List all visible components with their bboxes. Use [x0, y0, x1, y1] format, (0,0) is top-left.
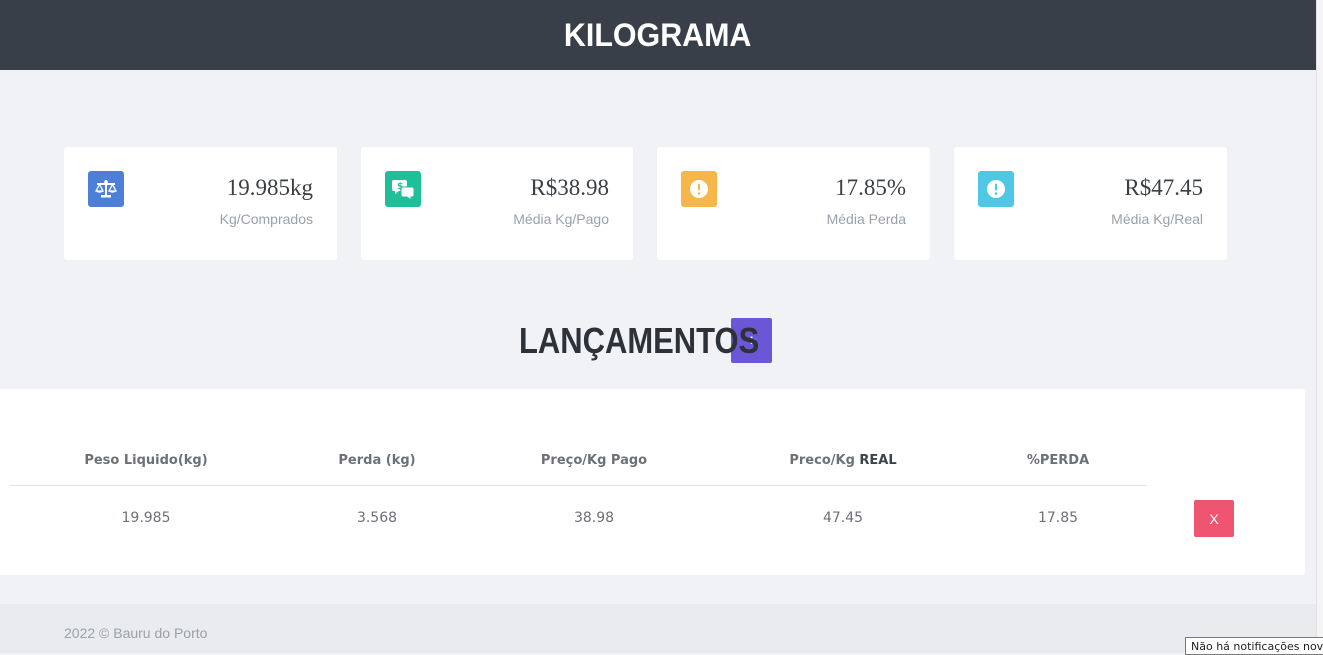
footer-copyright: 2022 © Bauru do Porto: [64, 625, 208, 641]
column-header-perda: Perda (kg): [338, 453, 416, 468]
entries-table: Peso Liquido(kg) Perda (kg) Preço/Kg Pag…: [0, 389, 1305, 575]
cell-peso-liquido: 19.985: [121, 510, 171, 526]
column-header-preco-kg-pago: Preço/Kg Pago: [540, 453, 648, 468]
stat-value: 17.85%: [835, 175, 906, 200]
vertical-scrollbar[interactable]: [1316, 0, 1323, 653]
top-header-bar: KILOGRAMA: [0, 0, 1316, 70]
column-header-preco-kg-text: Preco/Kg: [789, 453, 860, 468]
stat-card-media-kg-real: R$47.45 Média Kg/Real: [954, 147, 1227, 260]
alert-icon: [978, 171, 1014, 207]
delete-row-button[interactable]: X: [1194, 500, 1234, 537]
money-chat-icon: $: [385, 171, 421, 207]
cell-percent-perda: 17.85: [1037, 510, 1079, 526]
cell-perda: 3.568: [356, 510, 398, 526]
stat-label: Média Kg/Real: [1111, 211, 1203, 227]
column-header-real-strong: REAL: [859, 453, 897, 468]
header-divider: [10, 485, 1147, 486]
stat-value: R$38.98: [530, 175, 609, 200]
cell-preco-kg-real: 47.45: [822, 510, 864, 526]
stat-card-media-kg-pago: $ R$38.98 Média Kg/Pago: [361, 147, 633, 260]
scale-icon: [88, 171, 124, 207]
stat-value: R$47.45: [1124, 175, 1203, 200]
column-header-percent-perda: %PERDA: [1026, 453, 1090, 468]
notification-tooltip: Não há notificações novas: [1185, 637, 1323, 655]
alert-icon: [681, 171, 717, 207]
column-header-preco-kg-real: Preco/Kg REAL: [789, 453, 896, 468]
stat-value: 19.985kg: [226, 175, 313, 200]
stat-label: Média Kg/Pago: [513, 211, 609, 227]
section-header: LANÇAMENTOS +: [519, 318, 772, 363]
section-title: LANÇAMENTOS: [519, 319, 760, 361]
stat-card-kg-comprados: 19.985kg Kg/Comprados: [64, 147, 337, 260]
cell-preco-kg-pago: 38.98: [573, 510, 615, 526]
page-title: KILOGRAMA: [564, 16, 752, 53]
stat-label: Média Perda: [826, 211, 906, 227]
stat-card-media-perda: 17.85% Média Perda: [657, 147, 930, 260]
stat-label: Kg/Comprados: [219, 211, 313, 227]
column-header-peso-liquido: Peso Liquido(kg): [84, 453, 208, 468]
